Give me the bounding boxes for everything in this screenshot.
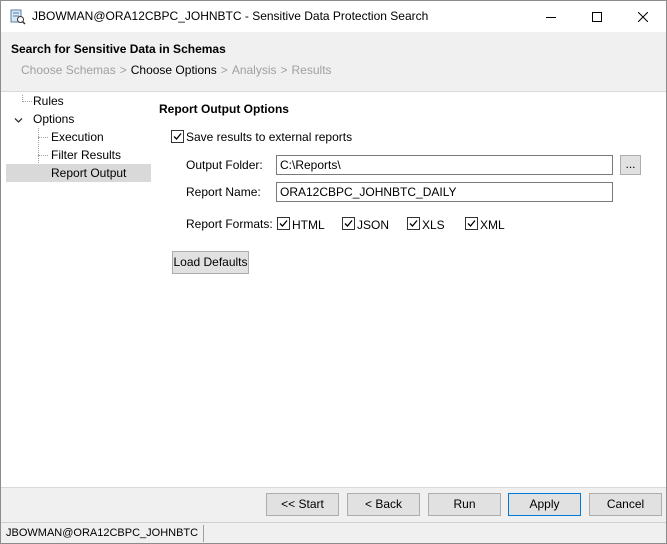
tree-item-options[interactable]: Options — [33, 110, 74, 128]
back-button[interactable]: < Back — [347, 493, 420, 516]
options-tree: Rules Options Execution Filter Results R… — [1, 92, 153, 487]
wizard-title: Search for Sensitive Data in Schemas — [11, 42, 226, 56]
format-html-label[interactable]: HTML — [292, 218, 325, 232]
step-results[interactable]: Results — [292, 63, 332, 77]
save-reports-label[interactable]: Save results to external reports — [186, 130, 352, 144]
step-choose-schemas[interactable]: Choose Schemas — [21, 63, 116, 77]
status-divider — [203, 525, 204, 542]
minimize-icon — [546, 12, 556, 22]
title-bar: JBOWMAN@ORA12CBPC_JOHNBTC - Sensitive Da… — [1, 1, 666, 32]
minimize-button[interactable] — [528, 1, 574, 32]
dialog-window: JBOWMAN@ORA12CBPC_JOHNBTC - Sensitive Da… — [0, 0, 667, 544]
format-xls-checkbox[interactable] — [407, 217, 420, 230]
connection-status: JBOWMAN@ORA12CBPC_JOHNBTC — [6, 527, 199, 539]
close-button[interactable] — [620, 1, 666, 32]
close-icon — [638, 11, 648, 22]
tree-item-execution[interactable]: Execution — [51, 128, 104, 146]
window-title: JBOWMAN@ORA12CBPC_JOHNBTC - Sensitive Da… — [32, 9, 429, 23]
breadcrumb-separator: > — [220, 63, 228, 77]
report-name-field[interactable]: ORA12CBPC_JOHNBTC_DAILY — [276, 182, 613, 202]
breadcrumb-separator: > — [280, 63, 288, 77]
output-folder-field[interactable]: C:\Reports\ — [276, 155, 613, 175]
browse-button[interactable]: ... — [620, 155, 641, 175]
cancel-button[interactable]: Cancel — [589, 493, 662, 516]
format-json-checkbox[interactable] — [342, 217, 355, 230]
wizard-header: Search for Sensitive Data in Schemas Cho… — [1, 32, 666, 92]
start-button[interactable]: << Start — [266, 493, 339, 516]
report-name-label: Report Name: — [186, 185, 261, 199]
step-analysis[interactable]: Analysis — [232, 63, 277, 77]
format-html-checkbox[interactable] — [277, 217, 290, 230]
tree-item-filter-results[interactable]: Filter Results — [51, 146, 121, 164]
report-formats-label: Report Formats: — [186, 217, 273, 231]
output-folder-label: Output Folder: — [186, 158, 263, 172]
chevron-down-icon[interactable] — [14, 114, 23, 128]
format-json-label[interactable]: JSON — [357, 218, 389, 232]
tree-connector — [38, 155, 48, 156]
tree-connector — [22, 101, 32, 102]
tree-item-report-output[interactable]: Report Output — [51, 164, 126, 182]
run-button[interactable]: Run — [428, 493, 501, 516]
format-xls-label[interactable]: XLS — [422, 218, 445, 232]
tree-connector — [38, 137, 48, 138]
maximize-icon — [592, 11, 602, 22]
tree-item-rules[interactable]: Rules — [33, 92, 64, 110]
breadcrumb-separator: > — [119, 63, 127, 77]
status-bar: JBOWMAN@ORA12CBPC_JOHNBTC — [1, 522, 666, 543]
format-xml-checkbox[interactable] — [465, 217, 478, 230]
load-defaults-button[interactable]: Load Defaults — [172, 251, 249, 274]
maximize-button[interactable] — [574, 1, 620, 32]
step-choose-options[interactable]: Choose Options — [131, 63, 217, 77]
database-search-icon — [10, 9, 26, 25]
section-title: Report Output Options — [159, 102, 289, 116]
wizard-footer: << Start < Back Run Apply Cancel — [1, 487, 666, 523]
report-options-panel: Report Output Options Save results to ex… — [153, 92, 666, 487]
format-xml-label[interactable]: XML — [480, 218, 505, 232]
save-reports-checkbox[interactable] — [171, 130, 184, 143]
breadcrumb: Choose Schemas > Choose Options > Analysis > R… — [21, 63, 332, 77]
apply-button[interactable]: Apply — [508, 493, 581, 516]
